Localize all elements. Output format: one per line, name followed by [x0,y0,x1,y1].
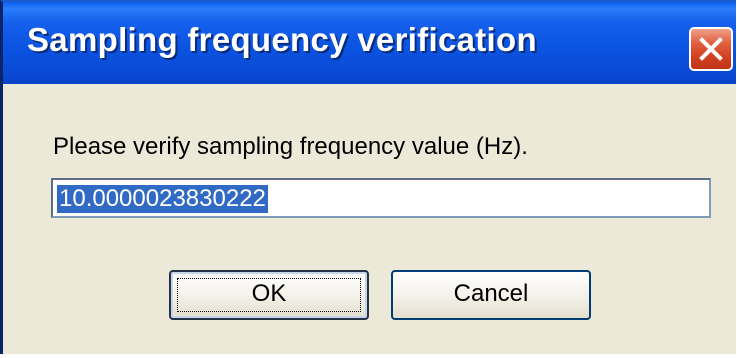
title-bar[interactable]: Sampling frequency verification [3,2,736,84]
prompt-label: Please verify sampling frequency value (… [53,133,528,160]
ok-button-label: OK [251,280,287,307]
dialog-body: Please verify sampling frequency value (… [3,84,736,354]
close-button[interactable] [689,27,733,71]
cancel-button[interactable]: Cancel [391,270,591,320]
input-selected-text[interactable]: 10.0000023830222 [57,185,268,213]
dialog-window: Sampling frequency verification Please v… [0,0,736,354]
window-title: Sampling frequency verification [27,21,537,58]
sampling-frequency-input[interactable]: 10.0000023830222 [51,178,711,218]
ok-button[interactable]: OK [169,270,369,320]
close-icon [699,37,723,61]
cancel-button-label: Cancel [453,280,529,307]
